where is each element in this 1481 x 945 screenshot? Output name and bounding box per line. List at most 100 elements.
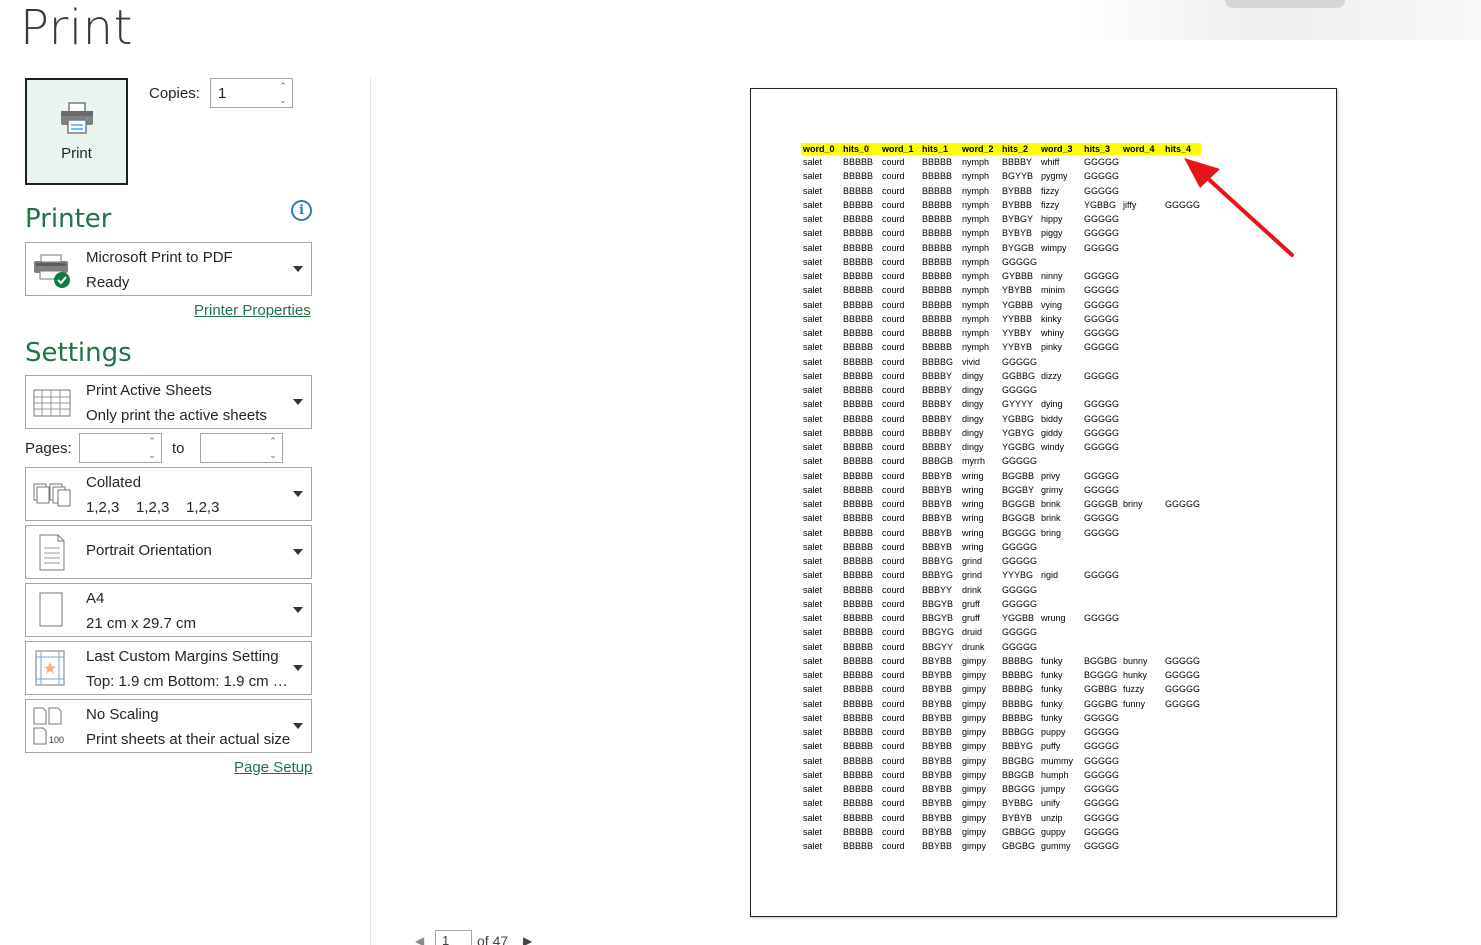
scaling-select[interactable]: 100 No Scaling Print sheets at their act… — [25, 699, 312, 753]
preview-cell: grind — [962, 570, 983, 581]
previous-page-icon[interactable]: ◀ — [415, 934, 424, 945]
preview-cell: GGGGG — [1084, 342, 1120, 353]
preview-cell: BBBBB — [843, 328, 874, 339]
preview-cell: BBBYY — [922, 584, 953, 595]
preview-cell — [1163, 796, 1201, 810]
collated-pages-icon — [33, 483, 71, 507]
preview-cell: BBBBB — [843, 427, 874, 438]
preview-cell: nymph — [962, 199, 990, 210]
preview-row: salet BBBBB courd BBBGB myrrh GGGGG — [801, 454, 1201, 468]
preview-cell: salet — [803, 385, 823, 396]
preview-cell: courd — [882, 342, 905, 353]
preview-cell: salet — [803, 755, 823, 766]
preview-cell: nymph — [962, 157, 990, 168]
pages-to-spin-arrows[interactable]: ⌃ ⌄ — [266, 434, 280, 462]
copies-spinner[interactable]: ⌃⌄ — [210, 78, 293, 108]
preview-cell: GGGGG — [1084, 484, 1120, 495]
preview-cell: grimy — [1041, 484, 1063, 495]
preview-cell: bunny — [1123, 655, 1148, 666]
preview-cell: BBBBB — [843, 755, 874, 766]
paper-size-select[interactable]: A4 21 cm x 29.7 cm — [25, 583, 312, 637]
preview-cell — [1039, 383, 1082, 397]
preview-cell: BBBBB — [843, 598, 874, 609]
printer-properties-link[interactable]: Printer Properties — [194, 302, 311, 319]
preview-cell: salet — [803, 655, 823, 666]
chevron-up-icon[interactable]: ⌃ — [279, 81, 287, 92]
chevron-up-icon[interactable]: ⌃ — [148, 436, 156, 447]
preview-cell: gimpy — [962, 784, 987, 795]
preview-cell: ninny — [1041, 271, 1063, 282]
preview-cell: GGGGG — [1084, 328, 1120, 339]
preview-cell — [1121, 511, 1163, 525]
preview-row: salet BBBBB courd BBBBY dingy GGGGG — [801, 383, 1201, 397]
collation-select[interactable]: Collated 1,2,3 1,2,3 1,2,3 — [25, 467, 312, 521]
copies-spin-arrows[interactable]: ⌃ ⌄ — [276, 79, 290, 107]
chevron-up-icon[interactable]: ⌃ — [269, 436, 277, 447]
preview-cell: BBBBG — [1002, 698, 1034, 709]
preview-cell: gimpy — [962, 769, 987, 780]
preview-cell: salet — [803, 442, 823, 453]
print-button[interactable]: Print — [25, 78, 128, 185]
preview-cell — [1163, 412, 1201, 426]
preview-cell: courd — [882, 484, 905, 495]
preview-row: salet BBBBB courd BBBBB nymph GGGGG — [801, 255, 1201, 269]
margins-select[interactable]: Last Custom Margins Setting Top: 1.9 cm … — [25, 641, 312, 695]
preview-cell: BBBBB — [843, 527, 874, 538]
pages-from-spinner[interactable]: ⌃ ⌄ — [79, 433, 162, 463]
chevron-down-icon[interactable]: ⌄ — [279, 95, 287, 106]
pages-to-input[interactable] — [201, 434, 264, 462]
preview-cell: salet — [803, 199, 823, 210]
orientation-select[interactable]: Portrait Orientation — [25, 525, 312, 579]
preview-cell: salet — [803, 185, 823, 196]
current-page-input[interactable]: 1 — [435, 930, 472, 945]
preview-cell: salet — [803, 784, 823, 795]
preview-cell — [1121, 568, 1163, 582]
preview-cell: fizzy — [1041, 199, 1059, 210]
page-setup-link[interactable]: Page Setup — [234, 759, 312, 776]
pages-from-spin-arrows[interactable]: ⌃ ⌄ — [145, 434, 159, 462]
preview-cell — [1163, 611, 1201, 625]
preview-cell — [1163, 326, 1201, 340]
chevron-down-icon[interactable]: ⌄ — [269, 450, 277, 461]
preview-cell: GGGGG — [1002, 385, 1038, 396]
scaling-title: No Scaling — [86, 706, 159, 723]
preview-cell: BBBBB — [843, 199, 874, 210]
info-icon[interactable]: i — [291, 200, 312, 221]
printer-select[interactable]: Microsoft Print to PDF Ready — [25, 242, 312, 296]
preview-cell: salet — [803, 271, 823, 282]
pages-to-spinner[interactable]: ⌃ ⌄ — [200, 433, 283, 463]
copies-input[interactable] — [211, 79, 274, 107]
preview-cell: jiffy — [1123, 199, 1137, 210]
preview-cell: BBBBB — [843, 698, 874, 709]
preview-row: salet BBBBB courd BBYBB gimpy BBBBG funky BGGBG… — [801, 654, 1201, 668]
preview-cell — [1121, 811, 1163, 825]
preview-cell: courd — [882, 256, 905, 267]
preview-cell: BBYBB — [922, 655, 953, 666]
preview-cell — [1163, 283, 1201, 297]
preview-cell: funky — [1041, 712, 1063, 723]
margins-subtitle: Top: 1.9 cm Bottom: 1.9 cm Left: 1.8 cm … — [86, 673, 291, 690]
preview-cell: salet — [803, 684, 823, 695]
pages-from-input[interactable] — [80, 434, 143, 462]
preview-cell: gimpy — [962, 755, 987, 766]
preview-row: salet BBBBB courd BBBYB wring BGGGG bring GGGGG — [801, 526, 1201, 540]
preview-cell — [1121, 768, 1163, 782]
preview-cell: BBBBB — [843, 185, 874, 196]
preview-cell: dingy — [962, 442, 984, 453]
preview-cell — [1121, 597, 1163, 611]
preview-cell: YYBBB — [1002, 313, 1033, 324]
preview-cell — [1163, 483, 1201, 497]
paper-size-subtitle: 21 cm x 29.7 cm — [86, 615, 197, 632]
preview-header-cell: hits_0 — [841, 143, 880, 155]
next-page-icon[interactable]: ▶ — [523, 934, 532, 945]
preview-row: salet BBBBB courd BBBBY dingy GGBBG dizzy GGGGG — [801, 369, 1201, 383]
print-what-select[interactable]: Print Active Sheets Only print the activ… — [25, 375, 312, 429]
preview-cell — [1121, 454, 1163, 468]
preview-row: salet BBBBB courd BBBYG grind GGGGG — [801, 554, 1201, 568]
preview-cell: BYBYB — [1002, 228, 1033, 239]
preview-cell — [1121, 483, 1163, 497]
preview-cell: BBBBB — [843, 442, 874, 453]
preview-cell: salet — [803, 285, 823, 296]
chevron-down-icon[interactable]: ⌄ — [148, 450, 156, 461]
preview-cell: BBBBB — [843, 256, 874, 267]
